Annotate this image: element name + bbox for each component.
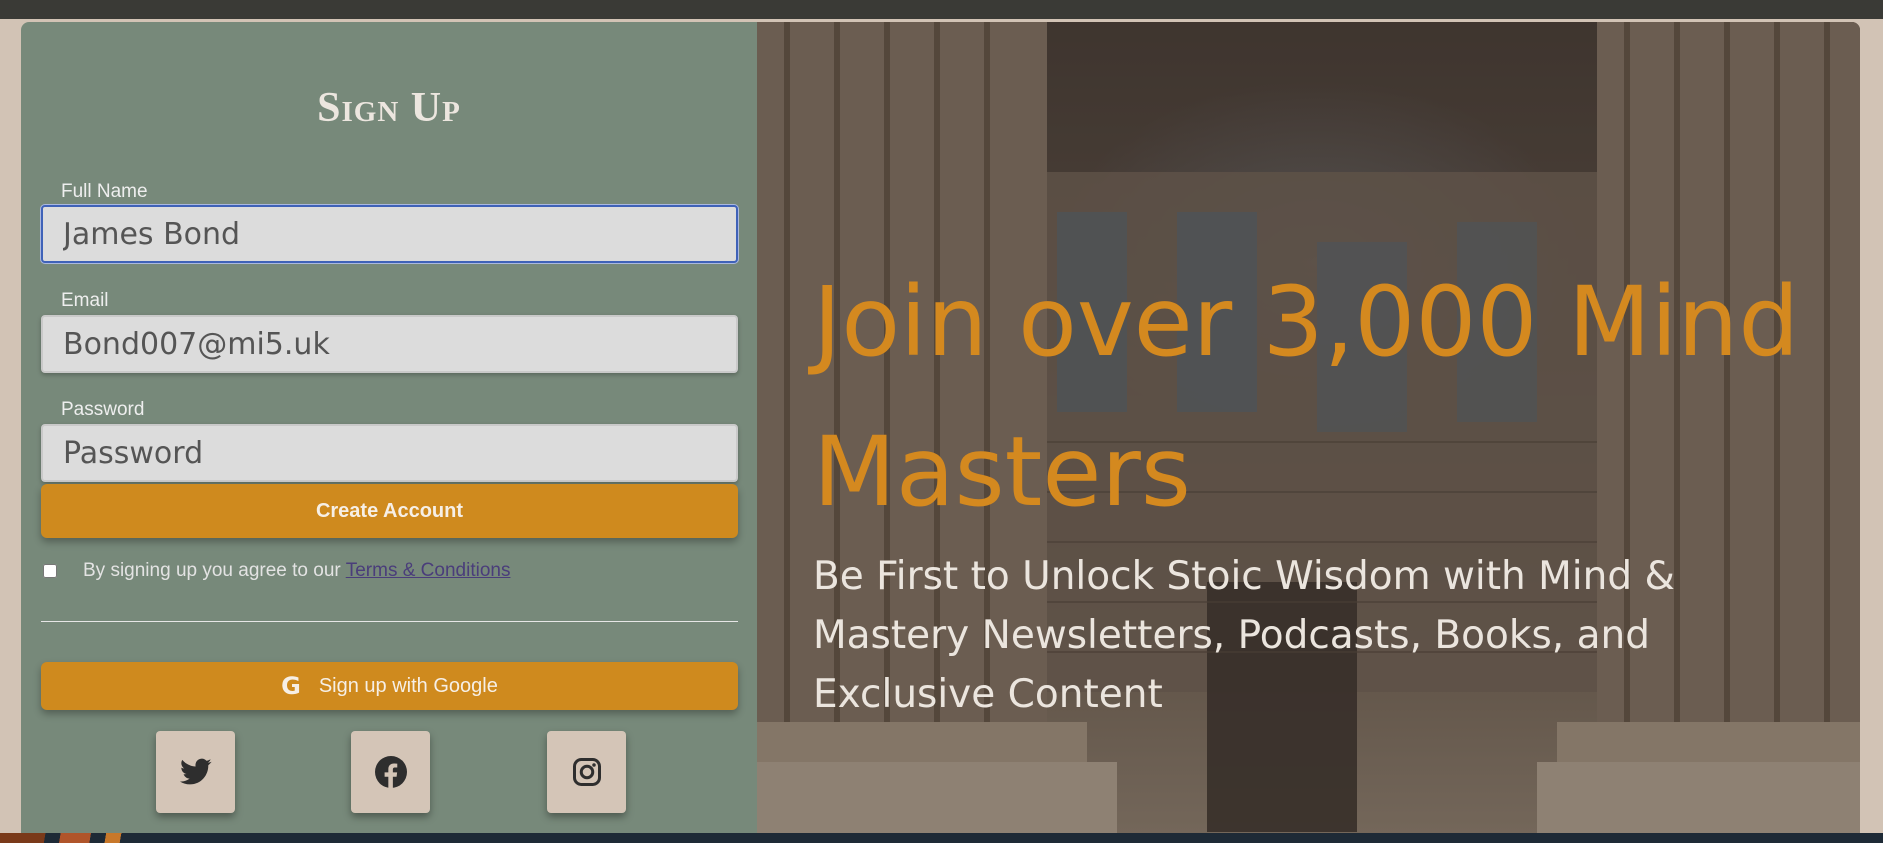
divider	[41, 621, 738, 622]
hero-subtitle: Be First to Unlock Stoic Wisdom with Min…	[813, 554, 1675, 717]
password-input[interactable]	[41, 424, 738, 482]
terms-checkbox[interactable]	[43, 564, 57, 578]
terms-agreement-text: By signing up you agree to our	[83, 560, 341, 581]
twitter-button[interactable]	[156, 731, 235, 813]
email-label: Email	[61, 290, 109, 311]
email-input[interactable]	[41, 315, 738, 373]
signup-panel: Sign Up Full Name Email Password Create …	[21, 22, 757, 833]
twitter-icon	[179, 758, 211, 785]
instagram-button[interactable]	[547, 731, 626, 813]
google-signup-button[interactable]: G Sign up with Google	[41, 662, 738, 710]
hero-panel: Join over 3,000 Mind Masters Be First to…	[757, 22, 1860, 833]
facebook-icon	[374, 756, 407, 788]
create-account-button[interactable]: Create Account	[41, 484, 738, 538]
full-name-input[interactable]	[41, 205, 738, 263]
password-label: Password	[61, 399, 145, 420]
browser-top-bar	[0, 0, 1883, 19]
full-name-label: Full Name	[61, 181, 148, 202]
hero-title: Join over 3,000 Mind Masters	[813, 266, 1800, 528]
terms-agreement-row: By signing up you agree to our Terms & C…	[43, 560, 510, 582]
facebook-button[interactable]	[351, 731, 430, 813]
terms-link[interactable]: Terms & Conditions	[346, 560, 511, 582]
google-icon: G	[281, 672, 301, 700]
taskbar	[0, 833, 1883, 843]
google-signup-label: Sign up with Google	[318, 674, 498, 697]
signup-title: Sign Up	[317, 85, 461, 131]
taskbar-decoration	[0, 833, 150, 843]
instagram-icon	[572, 758, 601, 786]
